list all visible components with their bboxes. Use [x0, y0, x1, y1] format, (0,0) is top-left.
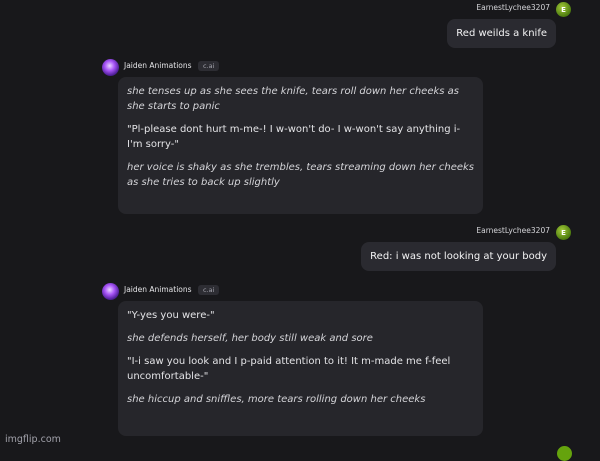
user-username: EarnestLychee3207 [476, 3, 550, 12]
user-username: EarnestLychee3207 [476, 226, 550, 235]
bot-badge: c.ai [198, 61, 220, 71]
user-avatar-icon [557, 446, 572, 461]
bot-avatar-icon[interactable] [102, 283, 119, 300]
dialogue-text: "Pl-please dont hurt m-me-! I w-won't do… [127, 124, 461, 150]
bot-name: Jaiden Animations [124, 285, 192, 294]
narration-text: her voice is shaky as she trembles, tear… [127, 162, 475, 188]
bot-message-bubble: "Y-yes you were-" she defends herself, h… [118, 301, 483, 436]
narration-text: she defends herself, her body still weak… [127, 333, 373, 344]
bot-message-bubble: she tenses up as she sees the knife, tea… [118, 77, 483, 214]
user-avatar-icon[interactable]: E [556, 225, 571, 240]
user-avatar-icon[interactable]: E [556, 2, 571, 17]
narration-text: she tenses up as she sees the knife, tea… [127, 86, 459, 112]
dialogue-text: "Y-yes you were-" [127, 310, 215, 321]
dialogue-text: "I-i saw you look and I p-paid attention… [127, 356, 451, 382]
user-message-bubble: Red weilds a knife [447, 19, 556, 48]
watermark: imgflip.com [5, 434, 61, 445]
user-message-bubble: Red: i was not looking at your body [361, 242, 556, 271]
bot-badge: c.ai [198, 285, 220, 295]
bot-name: Jaiden Animations [124, 61, 192, 70]
bot-avatar-icon[interactable] [102, 59, 119, 76]
narration-text: she hiccup and sniffles, more tears roll… [127, 394, 426, 405]
